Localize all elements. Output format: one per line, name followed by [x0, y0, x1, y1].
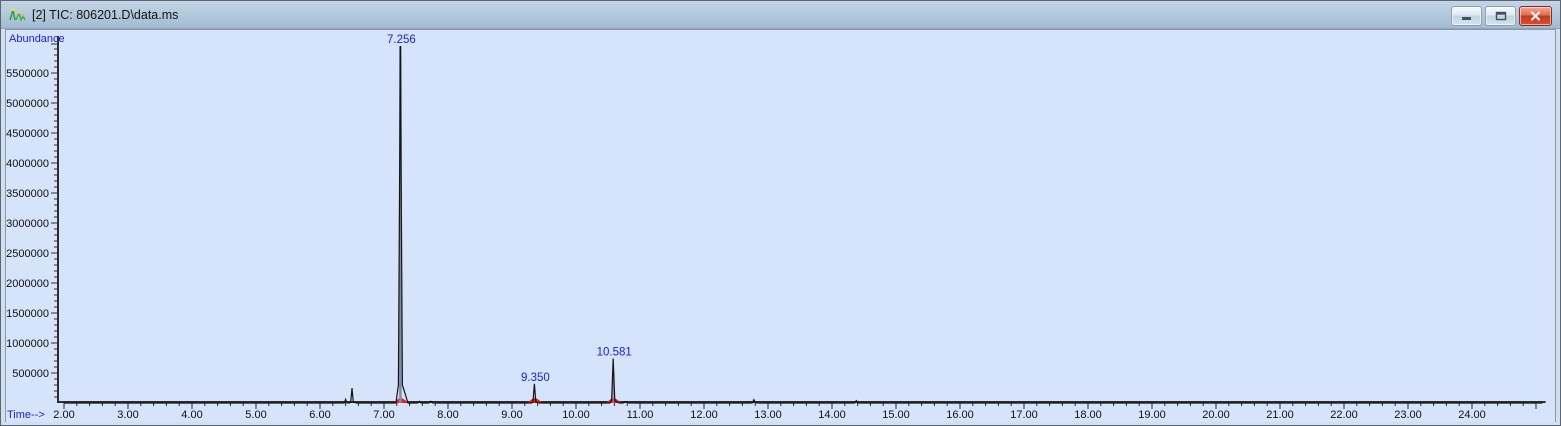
x-tick-label: 16.00	[946, 409, 974, 421]
minimize-button[interactable]	[1451, 6, 1482, 26]
x-tick-label: 14.00	[818, 409, 846, 421]
close-button[interactable]	[1519, 6, 1552, 26]
y-tick-label: 4500000	[6, 128, 49, 140]
y-tick-label: 3500000	[6, 188, 49, 200]
peak-label: 10.581	[597, 347, 632, 359]
y-tick-label: 2500000	[6, 248, 49, 260]
y-tick-label: 4000000	[6, 158, 49, 170]
x-tick-label: 15.00	[882, 409, 910, 421]
x-tick-label: 17.00	[1010, 409, 1038, 421]
x-tick-label: 13.00	[754, 409, 782, 421]
maximize-icon	[1495, 11, 1506, 21]
y-tick-label: 1000000	[6, 338, 49, 350]
x-tick-label: 20.00	[1202, 409, 1230, 421]
x-tick-label: 22.00	[1330, 409, 1358, 421]
y-tick-label: 3000000	[6, 218, 49, 230]
window-frame-bottom	[1, 422, 1560, 425]
maximize-button[interactable]	[1485, 6, 1516, 26]
peak-label: 9.350	[521, 372, 550, 384]
x-tick-label: 9.00	[501, 409, 522, 421]
chromatogram-chart[interactable]: 500000 1000000 1500000 2000000 2500000 300000…	[6, 30, 1555, 422]
y-tick-label: 500000	[12, 368, 49, 380]
x-tick-label: 12.00	[690, 409, 718, 421]
x-tick-label: 10.00	[562, 409, 590, 421]
y-tick-label: 2000000	[6, 278, 49, 290]
tic-trace	[64, 45, 1543, 404]
x-tick-label: 18.00	[1074, 409, 1102, 421]
x-tick-label: 2.00	[53, 409, 74, 421]
minimize-icon	[1461, 17, 1471, 20]
x-tick-label: 19.00	[1138, 409, 1166, 421]
x-tick-label: 6.00	[309, 409, 330, 421]
y-tick-label: 5000000	[6, 98, 49, 110]
y-tick-label: 5500000	[6, 68, 49, 80]
chromatogram-app-icon	[9, 7, 26, 22]
x-tick-label: 4.00	[181, 409, 202, 421]
x-tick-label: 21.00	[1266, 409, 1294, 421]
x-tick-label: 8.00	[437, 409, 458, 421]
y-tick-label: 1500000	[6, 308, 49, 320]
x-tick-label: 24.00	[1458, 409, 1486, 421]
x-tick-label: 3.00	[117, 409, 138, 421]
window-title: [2] TIC: 806201.D\data.ms	[32, 7, 179, 22]
window-controls	[1451, 6, 1552, 26]
peak-label: 7.256	[387, 34, 416, 46]
x-axis-title: Time-->	[7, 409, 45, 421]
close-icon	[1530, 11, 1541, 21]
chromatogram-window: [2] TIC: 806201.D\data.ms 500000 1000000…	[0, 0, 1561, 426]
y-axis-title: Abundance	[9, 33, 65, 45]
x-tick-label: 5.00	[245, 409, 266, 421]
plot-area[interactable]: 500000 1000000 1500000 2000000 2500000 300000…	[5, 29, 1556, 423]
x-tick-label: 7.00	[373, 409, 394, 421]
integration-mark	[605, 398, 623, 403]
x-tick-label: 11.00	[627, 409, 654, 421]
x-tick-label: 23.00	[1394, 409, 1422, 421]
title-bar[interactable]: [2] TIC: 806201.D\data.ms	[1, 1, 1560, 29]
